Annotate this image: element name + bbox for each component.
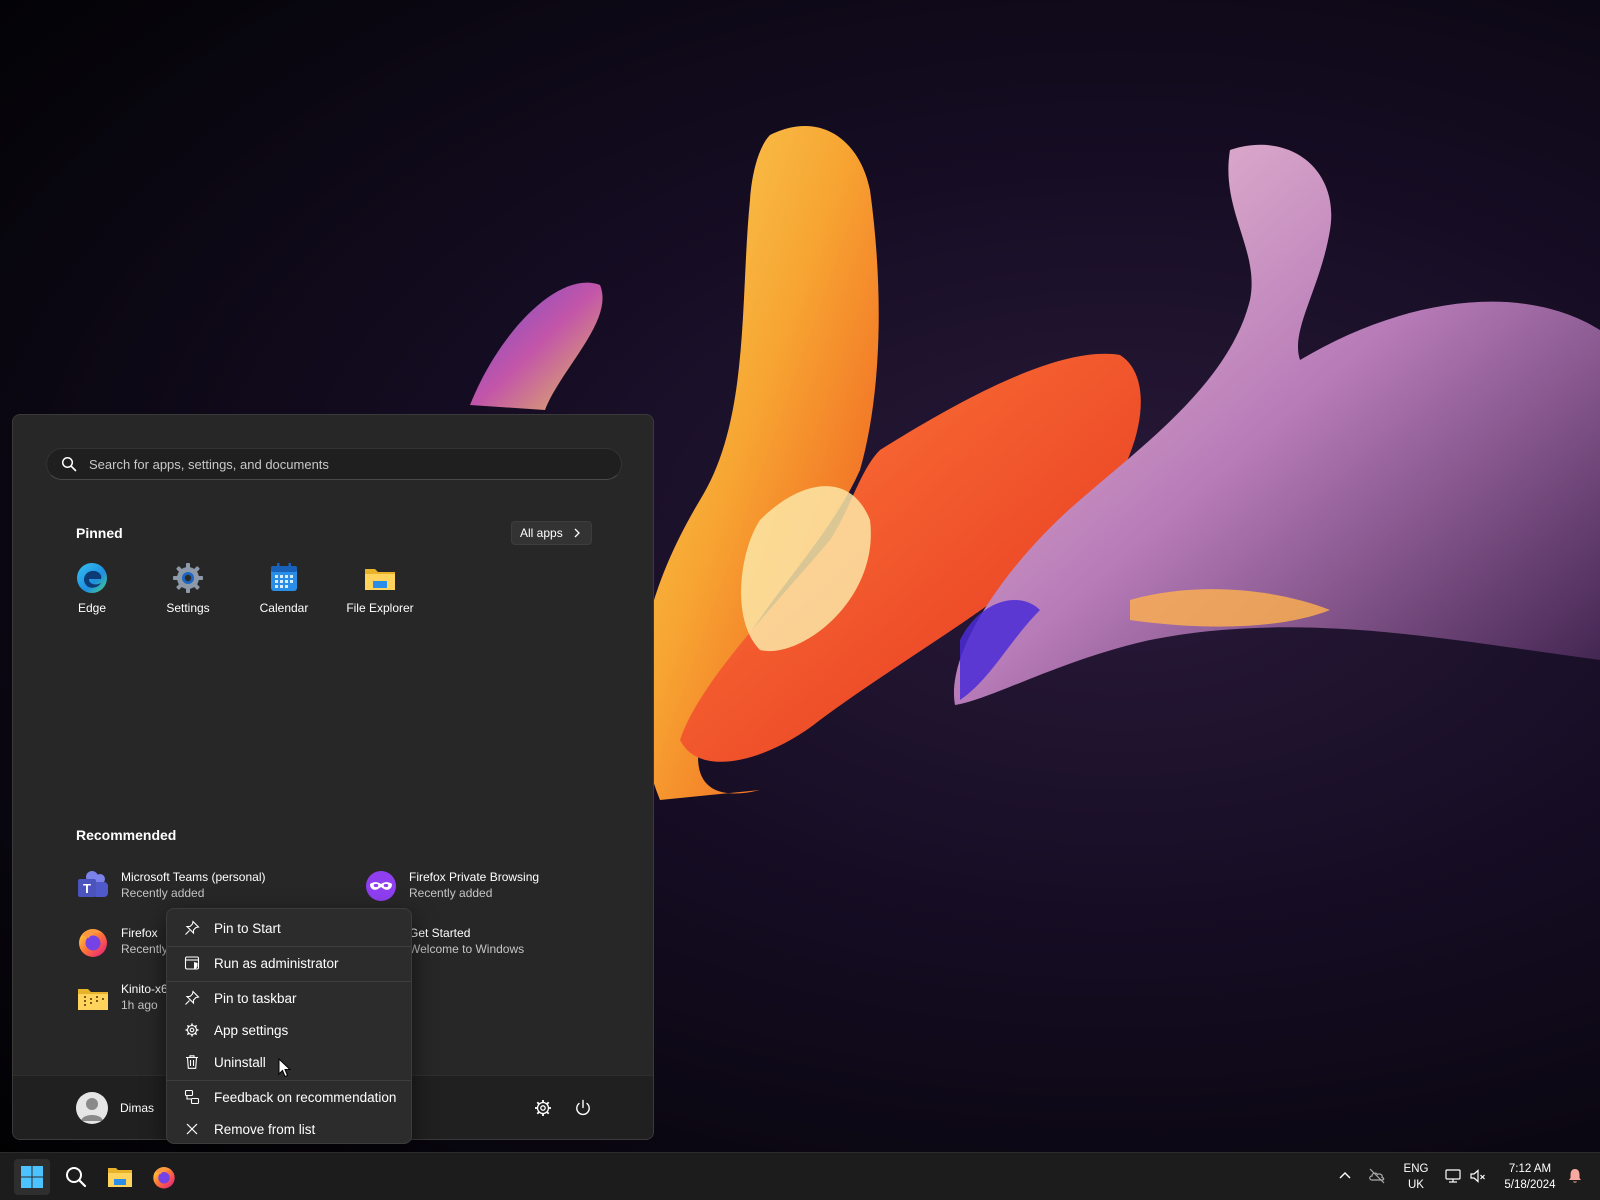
search-icon	[61, 456, 77, 472]
pinned-item-file-explorer[interactable]: File Explorer	[332, 557, 428, 621]
menu-divider	[167, 946, 411, 947]
menu-divider	[167, 981, 411, 982]
onedrive-offline-icon[interactable]	[1368, 1167, 1386, 1185]
settings-gear-icon	[173, 563, 203, 593]
folder-icon	[108, 1168, 132, 1187]
menu-item-label: Remove from list	[214, 1121, 316, 1137]
input-language-indicator[interactable]: ENG UK	[1401, 1161, 1431, 1193]
clock[interactable]: 7:12 AM 5/18/2024	[1494, 1161, 1566, 1193]
pinned-item-label: File Explorer	[346, 601, 414, 615]
pin-icon	[185, 920, 200, 935]
recommended-title: Recommended	[76, 827, 177, 843]
recommended-item-subtitle: Welcome to Windows	[409, 942, 525, 956]
pinned-item-label: Edge	[77, 601, 107, 615]
recommended-item-kinito[interactable]: Kinito-x64 1h ago	[76, 981, 174, 1015]
zip-folder-icon	[78, 989, 108, 1010]
search-icon	[66, 1167, 87, 1188]
volume-muted-icon[interactable]	[1469, 1167, 1487, 1185]
pinned-title: Pinned	[76, 525, 123, 541]
menu-item-app-settings[interactable]: App settings	[171, 1015, 407, 1045]
keyboard-layout: UK	[1408, 1179, 1424, 1191]
feedback-icon	[184, 1089, 200, 1105]
start-button[interactable]	[14, 1159, 50, 1195]
pinned-item-settings[interactable]: Settings	[140, 557, 236, 621]
menu-item-label: Uninstall	[214, 1054, 266, 1070]
recommended-item-firefox-private[interactable]: Firefox Private Browsing Recently added	[364, 869, 539, 903]
avatar	[76, 1092, 108, 1124]
settings-icon[interactable]	[533, 1098, 553, 1118]
pinned-item-label: Calendar	[259, 601, 309, 615]
pinned-item-edge[interactable]: Edge	[44, 557, 140, 621]
chevron-up-icon[interactable]	[1336, 1167, 1354, 1185]
taskbar-search-button[interactable]	[58, 1159, 94, 1195]
all-apps-button[interactable]: All apps	[511, 521, 592, 545]
taskbar: ENG UK 7:12 AM 5/18/2024	[0, 1152, 1600, 1200]
language-code: ENG	[1403, 1163, 1429, 1175]
menu-divider	[167, 1080, 411, 1081]
pinned-item-calendar[interactable]: Calendar	[236, 557, 332, 621]
taskbar-firefox[interactable]	[146, 1159, 182, 1195]
date-text: 5/18/2024	[1504, 1179, 1556, 1191]
recommended-item-teams[interactable]: T Microsoft Teams (personal) Recently ad…	[76, 869, 266, 903]
recommended-item-title: Microsoft Teams (personal)	[121, 870, 266, 884]
menu-item-label: Run as administrator	[214, 955, 339, 971]
time-text: 7:12 AM	[1508, 1163, 1552, 1175]
menu-item-label: Pin to taskbar	[214, 990, 297, 1006]
folder-icon	[365, 569, 395, 590]
gear-icon	[185, 1023, 199, 1037]
menu-item-remove-from-list[interactable]: Remove from list	[171, 1114, 407, 1144]
context-menu: Pin to Start Run as administrator Pin to…	[166, 908, 412, 1144]
menu-item-run-as-admin[interactable]: Run as administrator	[171, 948, 407, 978]
network-icon[interactable]	[1444, 1167, 1462, 1185]
notification-bell-icon[interactable]	[1566, 1167, 1584, 1185]
firefox-private-icon	[366, 871, 396, 901]
trash-icon	[186, 1055, 198, 1069]
admin-shield-icon	[184, 956, 200, 970]
user-icon	[81, 1098, 103, 1121]
start-search-box[interactable]	[46, 448, 622, 480]
menu-item-pin-to-start[interactable]: Pin to Start	[171, 913, 407, 943]
firefox-icon	[79, 929, 107, 957]
windows-logo-icon	[21, 1166, 43, 1188]
all-apps-label: All apps	[520, 526, 563, 540]
teams-icon: T	[78, 871, 108, 897]
menu-item-label: Pin to Start	[214, 920, 281, 936]
recommended-item-title: Firefox Private Browsing	[409, 870, 540, 884]
taskbar-file-explorer[interactable]	[102, 1159, 138, 1195]
user-name: Dimas	[120, 1101, 155, 1115]
user-account-button[interactable]: Dimas	[76, 1092, 154, 1124]
close-icon	[186, 1123, 198, 1135]
mouse-cursor-icon	[278, 1058, 292, 1078]
recommended-item-subtitle: Recently added	[409, 886, 493, 900]
recommended-item-title: Get Started	[409, 926, 471, 940]
search-input[interactable]	[89, 456, 621, 472]
pinned-item-label: Settings	[166, 601, 210, 615]
pin-icon	[185, 990, 200, 1005]
calendar-icon	[271, 563, 297, 591]
recommended-item-subtitle: Recently added	[121, 886, 205, 900]
menu-item-label: App settings	[214, 1022, 289, 1038]
firefox-icon	[153, 1167, 175, 1189]
chevron-right-icon	[574, 528, 580, 538]
menu-item-pin-to-taskbar[interactable]: Pin to taskbar	[171, 983, 407, 1013]
menu-item-feedback[interactable]: Feedback on recommendation	[171, 1082, 407, 1112]
edge-icon	[77, 563, 107, 593]
svg-text:T: T	[83, 881, 91, 896]
menu-item-label: Feedback on recommendation	[214, 1089, 397, 1105]
power-icon[interactable]	[573, 1098, 593, 1118]
